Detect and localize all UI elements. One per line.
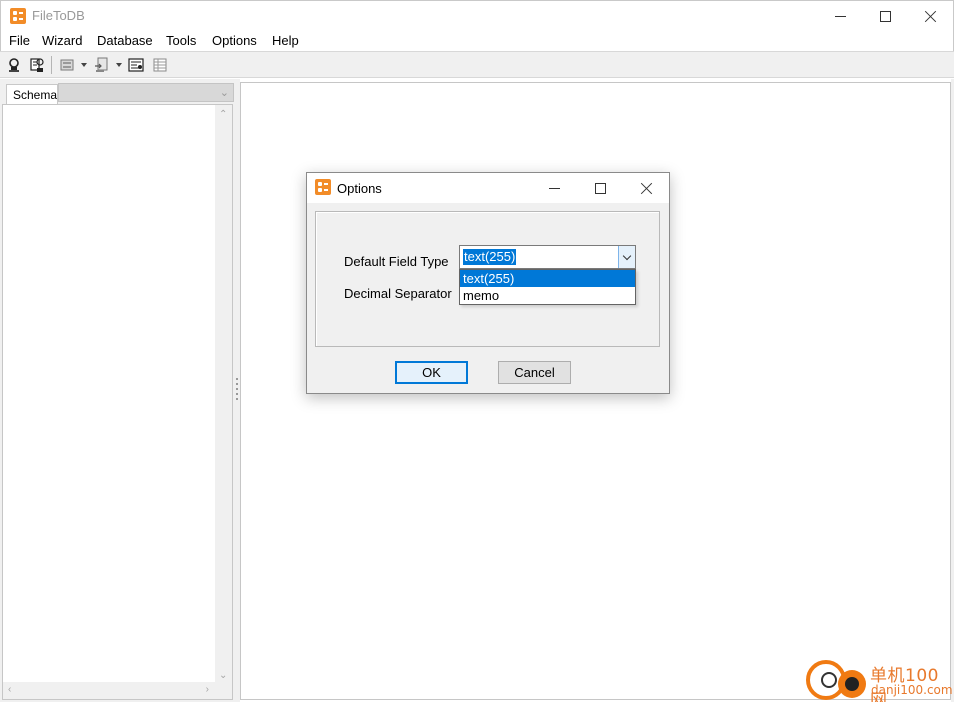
- import-dropdown-arrow-icon[interactable]: [116, 63, 122, 67]
- connect-icon[interactable]: [6, 57, 22, 73]
- minimize-icon: [834, 15, 846, 17]
- close-icon: [640, 182, 653, 195]
- combo-selected-value: text(255): [463, 249, 517, 265]
- toolbar-separator: [51, 56, 52, 74]
- splitter-grip: [236, 378, 238, 380]
- chevron-down-icon[interactable]: ⌄: [220, 86, 229, 99]
- tab-strip: ⌄: [58, 83, 234, 102]
- splitter-grip: [236, 388, 238, 390]
- default-field-type-label: Default Field Type: [344, 254, 449, 269]
- ok-button[interactable]: OK: [395, 361, 468, 384]
- dropdown-option[interactable]: text(255): [460, 270, 635, 287]
- schema-icon[interactable]: [128, 57, 144, 73]
- maximize-icon: [594, 182, 606, 194]
- combo-dropdown-button[interactable]: [618, 246, 635, 268]
- close-button[interactable]: [907, 1, 953, 31]
- menu-options[interactable]: Options: [212, 33, 257, 48]
- maximize-button[interactable]: [862, 1, 908, 31]
- scroll-corner: [215, 682, 232, 699]
- close-icon: [924, 10, 937, 23]
- minimize-icon: [548, 187, 560, 189]
- horizontal-scrollbar[interactable]: ‹ ›: [3, 682, 217, 699]
- dialog-minimize-button[interactable]: [531, 173, 577, 203]
- menu-tools[interactable]: Tools: [166, 33, 196, 48]
- menu-file[interactable]: File: [9, 33, 30, 48]
- options-dialog: Options Default Field Type Decimal Separ…: [306, 172, 670, 394]
- schema-tree[interactable]: ⌃ ⌄ ‹ ›: [2, 104, 233, 700]
- watermark-logo-dot-icon: [838, 670, 866, 698]
- scroll-left-icon[interactable]: ‹: [8, 684, 11, 695]
- table-dropdown-arrow-icon[interactable]: [81, 63, 87, 67]
- grid-icon[interactable]: [152, 57, 168, 73]
- splitter-grip: [236, 393, 238, 395]
- schema-pane: Schema ⌄ ⌃ ⌄ ‹ ›: [0, 79, 234, 702]
- menu-help[interactable]: Help: [272, 33, 299, 48]
- vertical-scrollbar[interactable]: ⌃ ⌄: [215, 105, 232, 683]
- dialog-title: Options: [337, 181, 382, 196]
- watermark-url: danji100.com: [871, 683, 953, 697]
- tab-schema[interactable]: Schema: [6, 84, 58, 104]
- splitter-grip: [236, 398, 238, 400]
- chevron-down-icon: [622, 251, 632, 260]
- minimize-button[interactable]: [817, 1, 863, 31]
- scroll-right-icon[interactable]: ›: [206, 684, 209, 695]
- dialog-maximize-button[interactable]: [577, 173, 623, 203]
- title-bar: FileToDB: [0, 0, 954, 30]
- field-type-dropdown-list: text(255) memo: [459, 269, 636, 305]
- app-logo-icon: [315, 179, 331, 195]
- menu-bar: File Wizard Database Tools Options Help: [0, 30, 954, 51]
- disconnect-icon[interactable]: [28, 57, 44, 73]
- menu-database[interactable]: Database: [97, 33, 153, 48]
- default-field-type-select[interactable]: text(255): [459, 245, 636, 269]
- app-logo-icon: [10, 8, 26, 24]
- watermark-logo-ring: [821, 672, 837, 688]
- decimal-separator-label: Decimal Separator: [344, 286, 452, 301]
- dialog-title-bar: Options: [307, 173, 669, 203]
- splitter-grip: [236, 383, 238, 385]
- scroll-up-icon[interactable]: ⌃: [219, 109, 227, 120]
- window-title: FileToDB: [32, 8, 85, 23]
- maximize-icon: [879, 10, 891, 22]
- table-icon[interactable]: [59, 57, 75, 73]
- toolbar: [0, 51, 954, 78]
- scroll-down-icon[interactable]: ⌄: [219, 670, 227, 681]
- dropdown-option[interactable]: memo: [460, 287, 635, 304]
- dialog-close-button[interactable]: [623, 173, 669, 203]
- cancel-button[interactable]: Cancel: [498, 361, 571, 384]
- menu-wizard[interactable]: Wizard: [42, 33, 82, 48]
- import-icon[interactable]: [94, 57, 110, 73]
